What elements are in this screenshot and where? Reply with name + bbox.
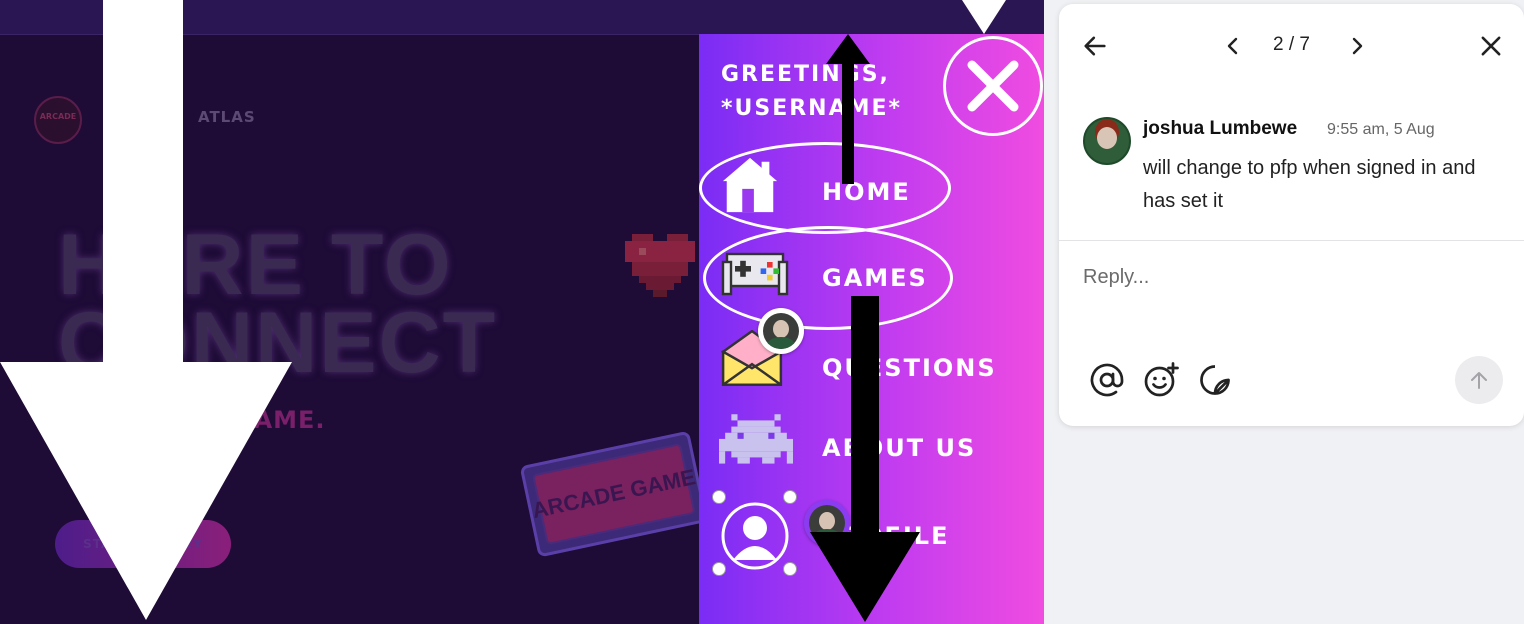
selection-handle[interactable]: [783, 562, 797, 576]
house-icon: [722, 157, 778, 213]
space-invader-icon: [719, 414, 793, 464]
annotation-arrow-top-white: [962, 0, 1006, 34]
selection-handle[interactable]: [712, 490, 726, 504]
annotation-arrow-down-black: [810, 296, 920, 622]
send-button[interactable]: [1455, 356, 1503, 404]
selection-handle[interactable]: [712, 562, 726, 576]
back-arrow-icon[interactable]: [1081, 32, 1109, 60]
chevron-left-icon[interactable]: [1221, 34, 1245, 58]
reply-input[interactable]: [1083, 266, 1503, 289]
avatar: [1083, 117, 1131, 165]
emoji-add-icon[interactable]: [1143, 362, 1179, 398]
comment-pager: 2 / 7: [1273, 34, 1310, 55]
pixel-heart-icon: [625, 234, 695, 297]
gamepad-icon: [721, 252, 789, 296]
annotation-arrow-down-white: [0, 0, 292, 620]
chevron-right-icon[interactable]: [1345, 34, 1369, 58]
design-canvas[interactable]: ARCADE ATLAS HERE TO CONNECT E. GAME. ST…: [0, 0, 1044, 624]
close-icon[interactable]: [1477, 32, 1505, 60]
arcade-tickets-image: ARCADE GAME: [520, 431, 700, 557]
annotation-arrow-up-black: [826, 34, 870, 184]
comment-timestamp: 9:55 am, 5 Aug: [1327, 121, 1435, 138]
comment-marker-avatar[interactable]: [758, 308, 804, 354]
menu-item-label: GAMES: [822, 264, 928, 292]
menu-close-button[interactable]: [943, 36, 1043, 136]
divider: [1059, 240, 1524, 241]
close-icon: [967, 60, 1019, 112]
comment-author: joshua Lumbewe: [1143, 118, 1298, 139]
sticker-icon[interactable]: [1197, 362, 1233, 398]
comment-thread-card: 2 / 7 joshua Lumbewe 9:55 am, 5 Aug will…: [1059, 4, 1524, 426]
mention-icon[interactable]: [1089, 362, 1125, 398]
user-icon: [721, 502, 789, 570]
selection-handle[interactable]: [783, 490, 797, 504]
comment-body: will change to pfp when signed in and ha…: [1143, 157, 1476, 212]
arrow-up-icon: [1471, 372, 1487, 389]
